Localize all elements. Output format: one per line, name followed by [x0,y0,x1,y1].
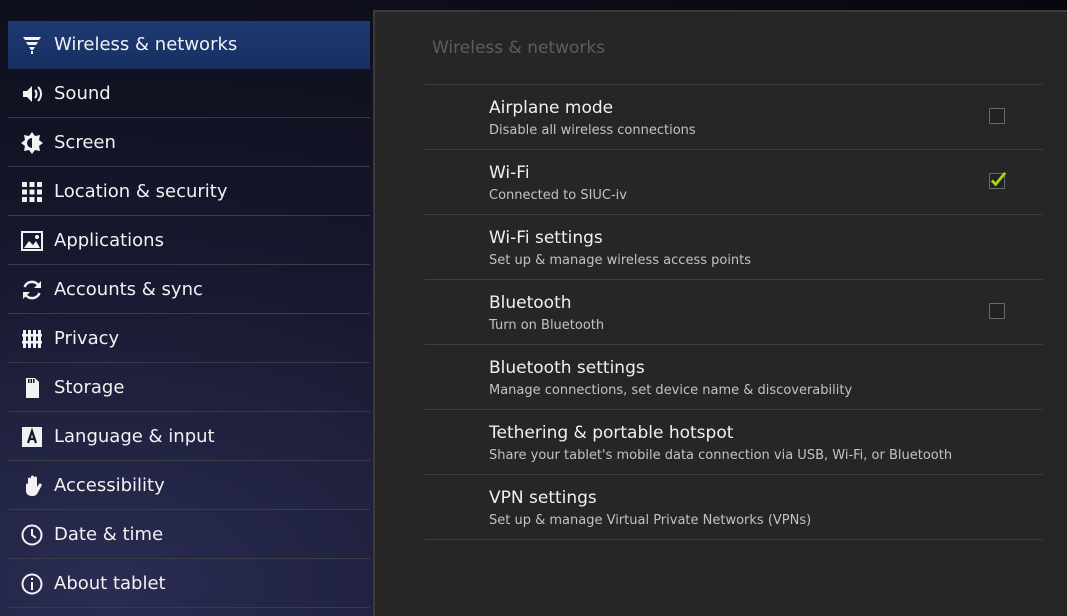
pref-summary: Manage connections, set device name & di… [489,383,853,398]
checkmark-icon [990,171,1007,187]
sidebar-item-label: Sound [54,83,111,104]
sidebar-item-language-input[interactable]: Language & input [8,413,370,461]
pref-tethering-hotspot[interactable]: Tethering & portable hotspot Share your … [425,410,1043,475]
sidebar-item-about-tablet[interactable]: About tablet [8,560,370,608]
sd-card-icon [18,374,46,402]
pref-title: Bluetooth [489,293,572,313]
pref-title: VPN settings [489,488,597,508]
panel-title: Wireless & networks [432,38,606,58]
settings-sidebar: Wireless & networks Sound Screen Locatio… [0,0,372,616]
keyboard-letter-icon [18,423,46,451]
info-icon [18,570,46,598]
sidebar-item-location-security[interactable]: Location & security [8,168,370,216]
pref-summary: Set up & manage Virtual Private Networks… [489,513,812,528]
sidebar-item-sound[interactable]: Sound [8,70,370,118]
pref-summary: Share your tablet's mobile data connecti… [489,448,953,463]
pref-title: Airplane mode [489,98,614,118]
airplane-mode-checkbox[interactable] [989,108,1005,124]
sidebar-item-label: Storage [54,377,125,398]
sidebar-item-label: Date & time [54,524,164,545]
pref-title: Wi-Fi settings [489,228,603,248]
sidebar-item-label: Privacy [54,328,120,349]
sidebar-item-label: Applications [54,230,164,251]
pref-summary: Connected to SIUC-iv [489,188,627,203]
applications-icon [18,227,46,255]
sidebar-item-applications[interactable]: Applications [8,217,370,265]
wireless-icon [18,31,46,59]
sidebar-item-screen[interactable]: Screen [8,119,370,167]
pref-summary: Turn on Bluetooth [489,318,605,333]
pref-title: Wi-Fi [489,163,530,183]
sidebar-item-label: About tablet [54,573,166,594]
clock-icon [18,521,46,549]
pref-airplane-mode[interactable]: Airplane mode Disable all wireless conne… [425,85,1043,150]
sidebar-item-accessibility[interactable]: Accessibility [8,462,370,510]
bluetooth-checkbox[interactable] [989,303,1005,319]
location-grid-icon [18,178,46,206]
pref-bluetooth[interactable]: Bluetooth Turn on Bluetooth [425,280,1043,345]
pref-wifi-settings[interactable]: Wi-Fi settings Set up & manage wireless … [425,215,1043,280]
sidebar-item-label: Accessibility [54,475,165,496]
sidebar-item-accounts-sync[interactable]: Accounts & sync [8,266,370,314]
privacy-fence-icon [18,325,46,353]
sidebar-item-label: Wireless & networks [54,34,238,55]
speaker-icon [18,80,46,108]
sidebar-item-label: Location & security [54,181,228,202]
sidebar-item-label: Language & input [54,426,215,447]
settings-detail-panel: Wireless & networks Airplane mode Disabl… [373,10,1067,616]
pref-title: Tethering & portable hotspot [489,423,734,443]
sidebar-item-privacy[interactable]: Privacy [8,315,370,363]
pref-summary: Disable all wireless connections [489,123,696,138]
pref-bluetooth-settings[interactable]: Bluetooth settings Manage connections, s… [425,345,1043,410]
pref-title: Bluetooth settings [489,358,645,378]
hand-icon [18,472,46,500]
settings-screen: Wireless & networks Sound Screen Locatio… [0,0,1067,616]
brightness-icon [18,129,46,157]
wifi-checkbox[interactable] [989,171,1007,189]
sidebar-item-wireless-networks[interactable]: Wireless & networks [8,21,370,69]
pref-vpn-settings[interactable]: VPN settings Set up & manage Virtual Pri… [425,475,1043,540]
sidebar-item-storage[interactable]: Storage [8,364,370,412]
sidebar-item-label: Screen [54,132,116,153]
sync-icon [18,276,46,304]
pref-wifi[interactable]: Wi-Fi Connected to SIUC-iv [425,150,1043,215]
sidebar-item-label: Accounts & sync [54,279,203,300]
sidebar-item-date-time[interactable]: Date & time [8,511,370,559]
pref-summary: Set up & manage wireless access points [489,253,752,268]
